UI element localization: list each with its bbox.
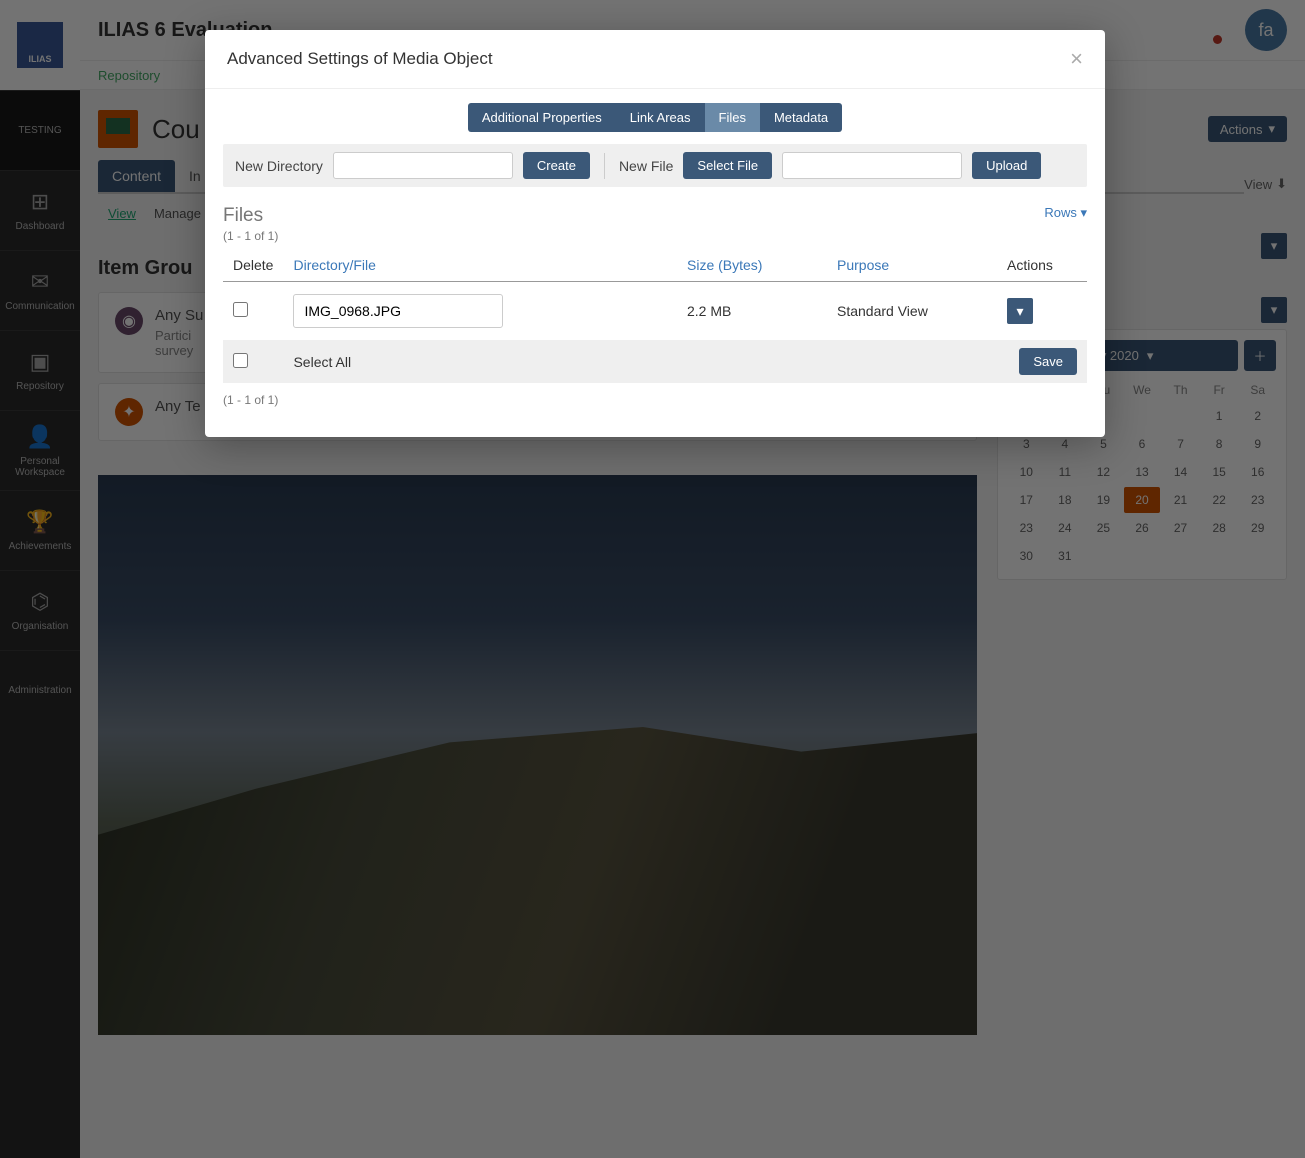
files-range-bottom: (1 - 1 of 1) bbox=[223, 393, 1087, 407]
separator bbox=[604, 153, 605, 179]
save-button[interactable]: Save bbox=[1019, 348, 1077, 375]
create-button[interactable]: Create bbox=[523, 152, 590, 179]
file-path-input[interactable] bbox=[782, 152, 962, 179]
col-purpose[interactable]: Purpose bbox=[827, 249, 997, 282]
select-all-checkbox[interactable] bbox=[233, 353, 248, 368]
row-checkbox[interactable] bbox=[233, 302, 248, 317]
col-size[interactable]: Size (Bytes) bbox=[677, 249, 827, 282]
new-directory-input[interactable] bbox=[333, 152, 513, 179]
file-purpose: Standard View bbox=[827, 282, 997, 341]
close-icon[interactable]: × bbox=[1070, 48, 1083, 70]
modal: Advanced Settings of Media Object × Addi… bbox=[205, 30, 1105, 437]
modal-header: Advanced Settings of Media Object × bbox=[205, 30, 1105, 89]
modal-toolbar: New Directory Create New File Select Fil… bbox=[223, 144, 1087, 187]
tab-additional-properties[interactable]: Additional Properties bbox=[468, 103, 616, 132]
upload-button[interactable]: Upload bbox=[972, 152, 1041, 179]
select-file-button[interactable]: Select File bbox=[683, 152, 772, 179]
files-table: Delete Directory/File Size (Bytes) Purpo… bbox=[223, 249, 1087, 383]
tab-link-areas[interactable]: Link Areas bbox=[616, 103, 705, 132]
rows-dropdown[interactable]: Rows ▾ bbox=[1044, 205, 1087, 221]
files-range: (1 - 1 of 1) bbox=[223, 229, 1087, 243]
tab-files[interactable]: Files bbox=[705, 103, 760, 132]
filename-input[interactable] bbox=[293, 294, 503, 328]
row-actions-button[interactable]: ▾ bbox=[1007, 298, 1033, 324]
modal-title: Advanced Settings of Media Object bbox=[227, 49, 493, 69]
modal-tabs: Additional Properties Link Areas Files M… bbox=[223, 103, 1087, 132]
table-footer-row: Select All Save bbox=[223, 340, 1087, 383]
col-directory-file[interactable]: Directory/File bbox=[283, 249, 677, 282]
new-directory-label: New Directory bbox=[235, 158, 323, 174]
col-delete: Delete bbox=[223, 249, 283, 282]
file-size: 2.2 MB bbox=[677, 282, 827, 341]
select-all-label: Select All bbox=[283, 340, 677, 383]
files-heading: Files bbox=[223, 205, 1087, 227]
tab-metadata[interactable]: Metadata bbox=[760, 103, 842, 132]
col-actions: Actions bbox=[997, 249, 1087, 282]
new-file-label: New File bbox=[619, 158, 673, 174]
table-row: 2.2 MB Standard View ▾ bbox=[223, 282, 1087, 341]
